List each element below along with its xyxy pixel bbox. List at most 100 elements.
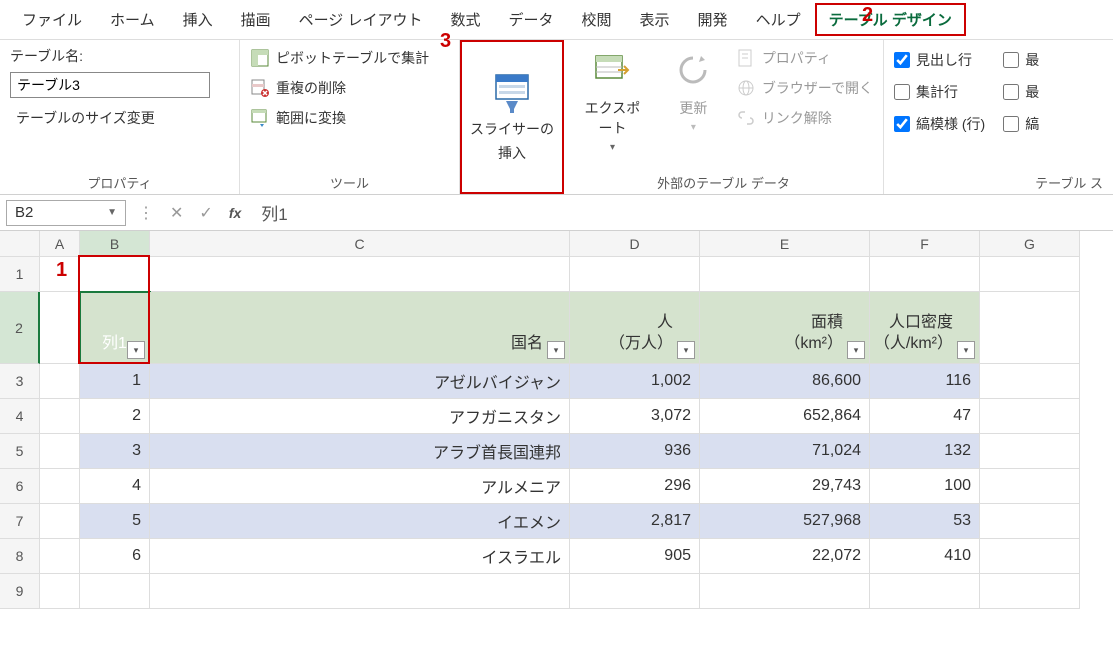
menu-view[interactable]: 表示 [626, 3, 684, 36]
cell[interactable]: イエメン [150, 504, 570, 539]
cell[interactable]: 47 [870, 399, 980, 434]
cell[interactable]: 652,864 [700, 399, 870, 434]
table-name-input[interactable] [10, 72, 210, 98]
cell[interactable]: 5 [80, 504, 150, 539]
table-header-cell[interactable]: 国名 ▾ [150, 292, 570, 364]
cell[interactable] [40, 504, 80, 539]
cell[interactable] [40, 574, 80, 609]
cell[interactable]: 132 [870, 434, 980, 469]
cell[interactable]: 296 [570, 469, 700, 504]
cell[interactable] [570, 257, 700, 292]
row-header-3[interactable]: 3 [0, 364, 40, 399]
cell[interactable]: 116 [870, 364, 980, 399]
cell[interactable]: 29,743 [700, 469, 870, 504]
cell[interactable] [980, 257, 1080, 292]
cell[interactable]: アルメニア [150, 469, 570, 504]
col-header-b[interactable]: B [80, 231, 150, 257]
col-header-a[interactable]: A [40, 231, 80, 257]
last-col-checkbox[interactable]: 最 [1003, 50, 1039, 70]
cell[interactable] [980, 504, 1080, 539]
filter-button[interactable]: ▾ [677, 341, 695, 359]
cell[interactable]: 2 [80, 399, 150, 434]
row-header-7[interactable]: 7 [0, 504, 40, 539]
cell[interactable]: アフガニスタン [150, 399, 570, 434]
cell[interactable] [980, 399, 1080, 434]
table-header-cell[interactable]: 面積 （km²） ▾ [700, 292, 870, 364]
filter-button[interactable]: ▾ [957, 341, 975, 359]
cell[interactable] [980, 364, 1080, 399]
cell[interactable] [700, 574, 870, 609]
menu-file[interactable]: ファイル [8, 3, 96, 36]
menu-data[interactable]: データ [495, 3, 568, 36]
insert-slicer-button[interactable]: スライサーの 挿入 [462, 42, 562, 192]
menu-draw[interactable]: 描画 [227, 3, 285, 36]
header-row-checkbox[interactable]: 見出し行 [894, 50, 985, 70]
cell[interactable] [40, 434, 80, 469]
row-header-1[interactable]: 1 [0, 257, 40, 292]
convert-range-button[interactable]: 範囲に変換 [250, 108, 429, 128]
cell[interactable]: 4 [80, 469, 150, 504]
cell[interactable]: 2,817 [570, 504, 700, 539]
menu-review[interactable]: 校閲 [568, 3, 626, 36]
last-col-checkbox-2[interactable]: 最 [1003, 82, 1039, 102]
cell[interactable] [980, 469, 1080, 504]
menu-insert[interactable]: 挿入 [169, 3, 227, 36]
total-row-checkbox[interactable]: 集計行 [894, 82, 985, 102]
filter-button[interactable]: ▾ [127, 341, 145, 359]
filter-button[interactable]: ▾ [547, 341, 565, 359]
pivot-summary-button[interactable]: ピボットテーブルで集計 [250, 48, 429, 68]
cell[interactable]: アラブ首長国連邦 [150, 434, 570, 469]
cell[interactable]: 527,968 [700, 504, 870, 539]
row-header-6[interactable]: 6 [0, 469, 40, 504]
col-header-f[interactable]: F [870, 231, 980, 257]
col-header-g[interactable]: G [980, 231, 1080, 257]
cell[interactable]: アゼルバイジャン [150, 364, 570, 399]
cell[interactable]: 86,600 [700, 364, 870, 399]
cell[interactable]: 71,024 [700, 434, 870, 469]
export-button[interactable]: エクスポート ▾ [574, 46, 651, 157]
formula-cancel-icon[interactable]: ✕ [166, 203, 187, 223]
table-header-cell[interactable]: 人口密度 （人/km²） ▾ [870, 292, 980, 364]
cell[interactable] [40, 469, 80, 504]
row-header-8[interactable]: 8 [0, 539, 40, 574]
cell[interactable]: 6 [80, 539, 150, 574]
cell[interactable] [150, 574, 570, 609]
cell[interactable] [40, 539, 80, 574]
cell[interactable] [980, 539, 1080, 574]
cell[interactable] [80, 257, 150, 292]
cell[interactable] [40, 399, 80, 434]
cell[interactable]: 1 [80, 364, 150, 399]
col-header-c[interactable]: C [150, 231, 570, 257]
row-header-4[interactable]: 4 [0, 399, 40, 434]
row-header-2[interactable]: 2 [0, 292, 40, 364]
cell[interactable]: 3 [80, 434, 150, 469]
remove-duplicates-button[interactable]: 重複の削除 [250, 78, 429, 98]
cell[interactable]: 3,072 [570, 399, 700, 434]
cell[interactable]: 410 [870, 539, 980, 574]
table-header-cell[interactable]: 人 （万人） ▾ [570, 292, 700, 364]
cell-b2-selected[interactable]: 列1 ▾ [80, 292, 150, 364]
cell[interactable]: 905 [570, 539, 700, 574]
filter-button[interactable]: ▾ [847, 341, 865, 359]
row-header-5[interactable]: 5 [0, 434, 40, 469]
cell[interactable]: イスラエル [150, 539, 570, 574]
name-box[interactable]: B2 ▼ [6, 200, 126, 226]
row-header-9[interactable]: 9 [0, 574, 40, 609]
col-header-e[interactable]: E [700, 231, 870, 257]
cell[interactable] [40, 292, 80, 364]
fx-icon[interactable]: fx [225, 205, 245, 221]
cell[interactable] [80, 574, 150, 609]
menu-developer[interactable]: 開発 [684, 3, 742, 36]
col-header-d[interactable]: D [570, 231, 700, 257]
cell[interactable] [150, 257, 570, 292]
cell[interactable] [980, 574, 1080, 609]
formula-accept-icon[interactable]: ✓ [195, 203, 216, 223]
cell[interactable] [570, 574, 700, 609]
banded-cols-checkbox[interactable]: 縞 [1003, 114, 1039, 134]
cell[interactable]: 936 [570, 434, 700, 469]
menu-home[interactable]: ホーム [96, 3, 169, 36]
cell[interactable] [700, 257, 870, 292]
cell[interactable] [980, 292, 1080, 364]
menu-help[interactable]: ヘルプ [742, 3, 815, 36]
formula-input[interactable]: 列1 [253, 200, 1107, 225]
